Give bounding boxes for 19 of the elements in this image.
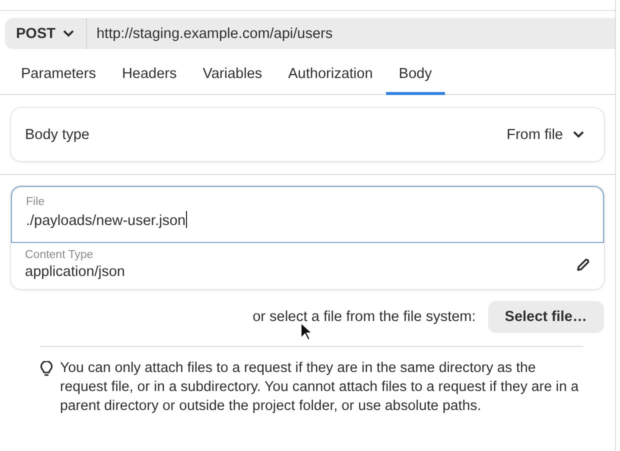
lightbulb-icon — [40, 361, 53, 377]
chevron-down-icon — [573, 131, 584, 138]
tip-text: You can only attach files to a request if they are in the same directory as the request file, or in a subdirectory. You cannot attach files to a request if they are in a parent directory or outside the project folder, or use absolute paths. — [60, 359, 580, 416]
tab[interactable]: Variables — [190, 58, 276, 95]
tab[interactable]: Body — [386, 58, 445, 95]
chevron-down-icon — [63, 30, 74, 37]
method-dropdown[interactable]: POST — [5, 18, 88, 49]
tab[interactable]: Parameters — [8, 58, 109, 95]
body-type-label: Body type — [25, 126, 90, 142]
content-type-field[interactable]: Content Type application/json — [25, 249, 125, 280]
url-field[interactable]: http://staging.example.com/api/users — [87, 18, 615, 49]
mouse-pointer-icon — [300, 322, 312, 341]
tab[interactable]: Authorization — [275, 58, 386, 95]
body-type-dropdown[interactable]: From file — [500, 126, 590, 144]
file-field[interactable]: File ./payloads/new-user.json — [11, 186, 604, 243]
tab[interactable]: Headers — [108, 58, 190, 95]
select-file-hint: or select a file from the file system: — [252, 309, 476, 325]
pencil-icon[interactable] — [576, 258, 590, 272]
select-file-button[interactable]: Select file… — [488, 301, 604, 333]
